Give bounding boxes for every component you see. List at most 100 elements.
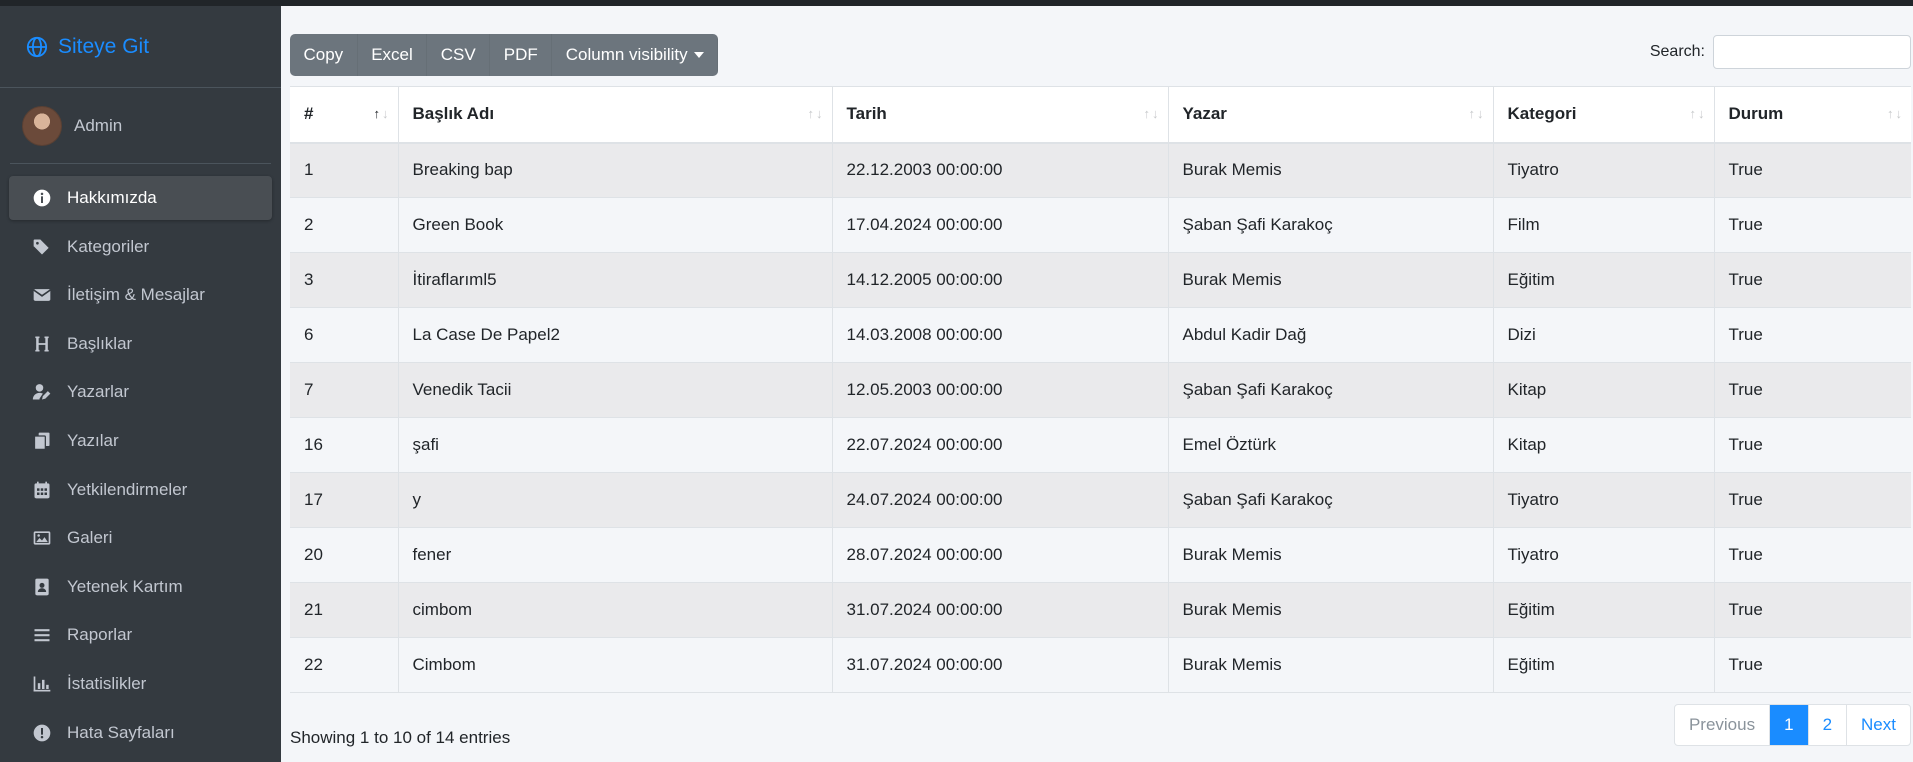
sidebar-item-istatislikler[interactable]: İstatislikler: [9, 662, 272, 706]
export-button-group: Copy Excel CSV PDF Column visibility: [290, 34, 719, 76]
chart-bar-icon: [31, 673, 53, 695]
table-cell: Şaban Şafi Karakoç: [1168, 362, 1494, 418]
sort-icon: ↑ ↓: [1143, 106, 1159, 121]
table-cell: 3: [290, 252, 399, 308]
table-row: 20 fener 28.07.2024 00:00:00 Burak Memis Tiy…: [290, 527, 1911, 583]
table-cell: True: [1728, 435, 1763, 454]
table-row: 17 y 24.07.2024 00:00:00 Şaban Şafi Karakoç…: [290, 472, 1911, 528]
sidebar-item-label: Galeri: [67, 528, 113, 548]
table-cell: 31.07.2024 00:00:00: [832, 637, 1169, 693]
envelope-icon: [31, 284, 53, 306]
table-cell: True: [1728, 600, 1763, 619]
data-table: # ↑ ↓ Başlık Adı ↑ ↓ Tarih ↑ ↓ Yazar ↑ ↓ Kategor…: [290, 86, 1911, 693]
table-cell: 22.07.2024 00:00:00: [832, 417, 1169, 473]
table-cell: Emel Öztürk: [1168, 417, 1494, 473]
table-cell: Dizi: [1493, 307, 1715, 363]
table-cell: 16: [290, 417, 399, 473]
copy-button[interactable]: Copy: [290, 34, 358, 76]
pdf-button[interactable]: PDF: [490, 34, 553, 76]
table-cell: 22.12.2003 00:00:00: [832, 142, 1169, 198]
sort-icon: ↑ ↓: [1887, 106, 1902, 121]
table-cell: Şaban Şafi Karakoç: [1168, 197, 1494, 253]
table-cell: True: [1728, 270, 1763, 289]
table-cell: 14.03.2008 00:00:00: [832, 307, 1169, 363]
id-badge-icon: [31, 576, 53, 598]
table-cell: True: [1728, 545, 1763, 564]
column-header-id[interactable]: # ↑ ↓: [290, 86, 399, 143]
main-content: Copy Excel CSV PDF Column visibility Sea…: [281, 6, 1913, 762]
search-label: Search:: [1649, 43, 1705, 60]
sidebar-item-label: Yetenek Kartım: [67, 576, 183, 596]
table-cell: Cimbom: [398, 637, 833, 693]
column-header-tarih[interactable]: Tarih ↑ ↓: [832, 86, 1169, 143]
column-header-baslik[interactable]: Başlık Adı ↑ ↓: [398, 86, 833, 143]
info-icon: [31, 187, 53, 209]
table-cell: 17: [290, 472, 399, 528]
calendar-icon: [31, 479, 53, 501]
table-cell: True: [1728, 160, 1763, 180]
copy-icon: [31, 430, 53, 452]
table-cell: La Case De Papel2: [398, 307, 833, 363]
sort-icon: ↑ ↓: [1689, 106, 1705, 121]
sidebar-item-label: İletişim & Mesajlar: [67, 285, 205, 305]
table-cell: Film: [1493, 197, 1715, 253]
sidebar-item-yazarlar[interactable]: Yazarlar: [9, 370, 272, 414]
table-cell: 28.07.2024 00:00:00: [832, 527, 1169, 583]
sidebar-item-hakkimizda[interactable]: Hakkımızda: [9, 176, 272, 220]
sidebar-item-label: Kategoriler: [67, 236, 150, 256]
column-header-kategori[interactable]: Kategori ↑ ↓: [1493, 86, 1715, 143]
table-cell: Burak Memis: [1168, 252, 1494, 308]
page-button-2[interactable]: 2: [1807, 705, 1846, 745]
csv-button[interactable]: CSV: [427, 34, 491, 76]
sidebar-item-hata-sayfalari[interactable]: Hata Sayfaları: [9, 711, 272, 755]
caret-down-icon: [693, 52, 704, 58]
next-button[interactable]: Next: [1846, 705, 1910, 745]
search-input[interactable]: [1713, 35, 1911, 69]
table-cell: Kitap: [1493, 362, 1715, 418]
table-cell: Venedik Tacii: [398, 362, 833, 418]
table-row: 2 Green Book 17.04.2024 00:00:00 Şaban Şafi…: [290, 197, 1911, 253]
table-cell: 20: [290, 527, 399, 583]
table-cell: 24.07.2024 00:00:00: [832, 472, 1169, 528]
table-cell: Burak Memis: [1168, 142, 1494, 198]
column-header-durum[interactable]: Durum ↑ ↓: [1714, 87, 1911, 143]
table-cell: Burak Memis: [1168, 582, 1494, 638]
column-header-yazar[interactable]: Yazar ↑ ↓: [1168, 86, 1494, 143]
sidebar-item-yazilar[interactable]: Yazılar: [9, 419, 272, 463]
sidebar-item-yetenek-kartim[interactable]: Yetenek Kartım: [9, 565, 272, 609]
previous-button[interactable]: Previous: [1675, 705, 1769, 745]
page-button-1[interactable]: 1: [1769, 705, 1808, 745]
table-cell: cimbom: [398, 582, 833, 638]
table-cell: Burak Memis: [1168, 527, 1494, 583]
table-cell: True: [1728, 215, 1763, 234]
brand-link[interactable]: Siteye Git: [0, 6, 281, 88]
sidebar-item-raporlar[interactable]: Raporlar: [9, 613, 272, 657]
table-cell: Tiyatro: [1493, 142, 1715, 198]
table-cell: 17.04.2024 00:00:00: [832, 197, 1169, 253]
sidebar-item-label: Başlıklar: [67, 333, 133, 353]
excel-button[interactable]: Excel: [358, 34, 428, 76]
table-cell: Tiyatro: [1493, 472, 1715, 528]
sort-icon: ↑ ↓: [1468, 106, 1484, 121]
brand-label: Siteye Git: [58, 34, 150, 58]
sidebar-item-kategoriler[interactable]: Kategoriler: [9, 225, 272, 269]
column-visibility-button[interactable]: Column visibility: [552, 34, 719, 76]
search-area: Search:: [1650, 34, 1911, 70]
table-row: 6 La Case De Papel2 14.03.2008 00:00:00 Abd…: [290, 307, 1911, 363]
sidebar-item-label: Hata Sayfaları: [67, 722, 175, 742]
table-cell: True: [1728, 490, 1763, 509]
user-panel[interactable]: Admin: [10, 88, 271, 164]
table-cell: Burak Memis: [1168, 637, 1494, 693]
table-row: 22 Cimbom 31.07.2024 00:00:00 Burak Memis Eğ…: [290, 637, 1911, 693]
table-cell: şafi: [398, 417, 833, 473]
table-cell: 1: [290, 142, 399, 198]
heading-icon: [31, 333, 53, 355]
sidebar-item-galeri[interactable]: Galeri: [9, 516, 272, 560]
table-cell: 6: [290, 307, 399, 363]
table-cell: 31.07.2024 00:00:00: [832, 582, 1169, 638]
sidebar-item-iletisim[interactable]: İletişim & Mesajlar: [9, 273, 272, 317]
sidebar-item-basliklar[interactable]: Başlıklar: [9, 322, 272, 366]
sidebar-item-yetkilendirmeler[interactable]: Yetkilendirmeler: [9, 468, 272, 512]
table-cell: Eğitim: [1493, 252, 1715, 308]
user-edit-icon: [31, 381, 53, 403]
